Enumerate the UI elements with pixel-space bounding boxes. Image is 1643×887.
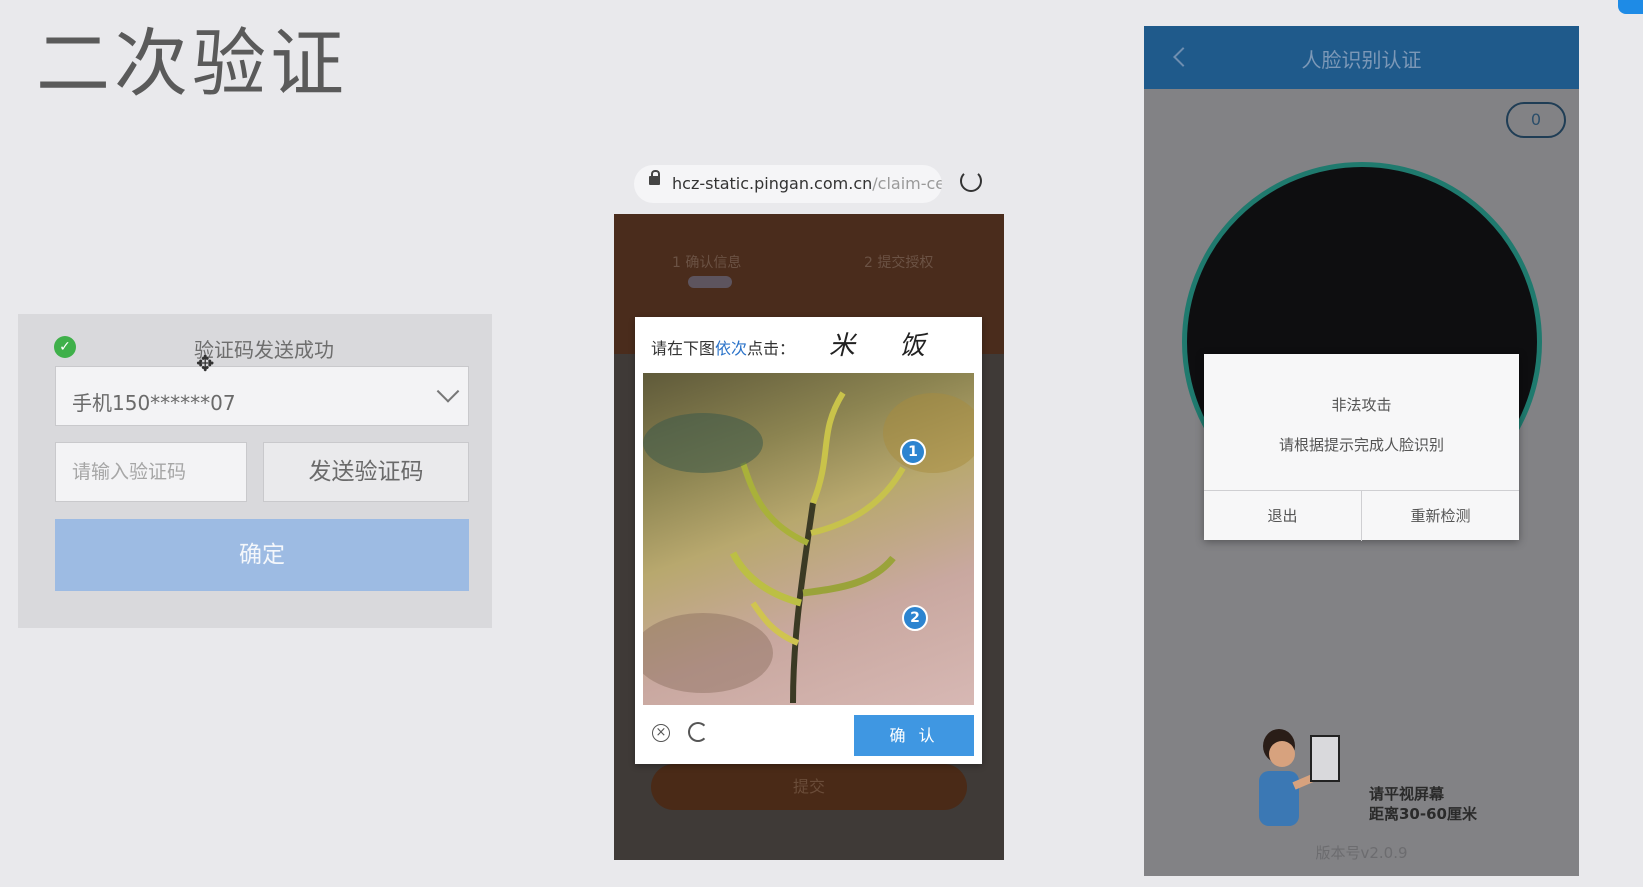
step-1-label: 1 确认信息 (672, 255, 742, 271)
captcha-prompt: 请在下图依次点击： (651, 335, 795, 359)
phone-number-select[interactable]: 手机150******07 (55, 366, 469, 426)
version-label: 版本号v2.0.9 (1315, 844, 1408, 862)
url-path: /claim-ce (872, 174, 942, 193)
captcha-confirm-button[interactable]: 确 认 (854, 715, 974, 756)
exit-button[interactable]: 退出 (1204, 491, 1361, 541)
illegal-attack-dialog: 非法攻击 请根据提示完成人脸识别 退出 重新检测 (1204, 354, 1519, 541)
address-bar[interactable]: hcz-static.pingan.com.cn/claim-ce (634, 165, 942, 203)
captcha-image[interactable]: 1 2 (643, 373, 974, 705)
step-2-label: 2 提交授权 (864, 255, 934, 271)
dialog-actions: 退出 重新检测 (1204, 490, 1519, 541)
submit-button[interactable]: 提交 (651, 764, 967, 810)
click-captcha-dialog: 请在下图依次点击： 米 饭 1 2 × 确 认 (635, 317, 982, 764)
page-title: 二次验证 (36, 21, 348, 107)
captcha-click-mark-2[interactable]: 2 (902, 605, 928, 631)
hint-line-1: 请平视屏幕 (1369, 785, 1445, 803)
corner-badge (1618, 0, 1643, 14)
prompt-suffix: 点击： (747, 339, 796, 358)
captcha-click-mark-1[interactable]: 1 (900, 439, 926, 465)
retry-button[interactable]: 重新检测 (1361, 491, 1519, 541)
url-host: hcz-static.pingan.com.cn (672, 174, 873, 193)
move-cursor-icon: ✥ (196, 352, 215, 377)
attempt-counter: 0 (1506, 102, 1566, 138)
step-badge (688, 276, 732, 288)
prompt-prefix: 请在下图 (651, 339, 716, 358)
sms-verification-panel: ✓ 验证码发送成功 手机150******07 发送验证码 确定 (18, 314, 492, 628)
child-holding-phone-illustration (1259, 729, 1340, 826)
lock-icon (649, 170, 660, 185)
verification-code-input[interactable] (55, 442, 247, 502)
dialog-message: 请根据提示完成人脸识别 (1278, 436, 1444, 454)
captcha-target-chars: 米 饭 (829, 331, 944, 361)
phone-number-value: 手机150******07 (72, 391, 236, 415)
sms-sent-message: 验证码发送成功 (194, 338, 334, 362)
refresh-icon[interactable] (688, 722, 708, 742)
captcha-plant-illustration (643, 391, 974, 704)
distance-hint: 请平视屏幕 距离30-60厘米 (1369, 784, 1477, 824)
check-circle-icon: ✓ (54, 336, 76, 358)
send-code-button[interactable]: 发送验证码 (263, 442, 469, 502)
dialog-title: 非法攻击 (1331, 396, 1392, 414)
app-header: 人脸识别认证 (1144, 26, 1579, 89)
reload-icon[interactable] (960, 170, 982, 192)
chevron-down-icon (436, 380, 460, 403)
mobile-page-captcha: 1 确认信息 2 提交授权 提交 请在下图依次点击： 米 饭 1 2 × 确 认 (614, 214, 1004, 860)
prompt-highlight: 依次 (715, 339, 748, 358)
close-icon[interactable]: × (652, 724, 670, 742)
confirm-button[interactable]: 确定 (55, 519, 469, 591)
header-title: 人脸识别认证 (1301, 48, 1422, 72)
hint-line-2: 距离30-60厘米 (1369, 805, 1477, 823)
face-recognition-screen: 人脸识别认证 0 非法攻击 请根据提示完成人脸识别 退出 重新检测 请平视屏幕 … (1144, 26, 1579, 876)
